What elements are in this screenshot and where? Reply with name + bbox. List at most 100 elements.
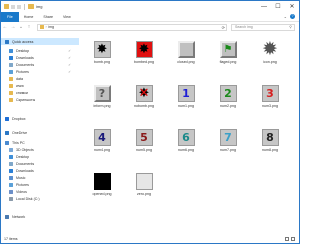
nav-item[interactable]: Documents [1, 160, 79, 167]
folder-icon [5, 116, 9, 121]
address-bar[interactable]: › img ⟳ [37, 23, 227, 31]
tab-share[interactable]: Share [38, 12, 58, 22]
nav-item[interactable]: Network [1, 213, 79, 220]
nav-item[interactable]: Music [1, 174, 79, 181]
maximize-button[interactable]: ☐ [271, 1, 285, 12]
file-item[interactable]: ✹ icon.png [251, 33, 289, 77]
folder-icon [9, 62, 13, 67]
folder-icon [9, 147, 13, 152]
file-thumbnail: ⚑ [219, 41, 237, 58]
mine-glyph: ✸ [96, 42, 108, 57]
file-thumbnail: 6 [177, 129, 195, 146]
nav-item[interactable]: Pictures [1, 181, 79, 188]
up-button[interactable]: ↑ [25, 24, 33, 30]
breadcrumb[interactable]: img [48, 25, 54, 29]
file-thumbnail [135, 173, 153, 190]
file-thumbnail: ✸ [93, 41, 111, 58]
ribbon-tabs: File Home Share View ⌄ ? [1, 11, 299, 22]
file-item[interactable]: ✸ ✕ nobomb.png [125, 77, 163, 121]
tab-view[interactable]: View [58, 12, 76, 22]
pin-icon: ✓ [68, 62, 71, 67]
help-icon[interactable]: ? [290, 14, 295, 19]
file-item[interactable]: ⚑ flaged.png [209, 33, 247, 77]
back-button[interactable]: ← [1, 24, 9, 30]
file-thumbnail: ✹ [262, 39, 279, 60]
file-item[interactable]: 2 num2.png [209, 77, 247, 121]
nav-item[interactable]: Downloads [1, 167, 79, 174]
nav-item[interactable]: 3D Objects [1, 146, 79, 153]
mine-glyph: ✸ [138, 42, 150, 57]
folder-icon [9, 175, 13, 180]
folder-icon [9, 48, 13, 53]
close-button[interactable]: ✕ [285, 1, 299, 12]
refresh-icon[interactable]: ⟳ [222, 25, 225, 30]
file-item[interactable]: 8 num8.png [251, 121, 289, 165]
file-name: icon.png [263, 60, 277, 64]
file-item[interactable]: 5 num5.png [125, 121, 163, 165]
nav-item-label: Documents [16, 62, 35, 67]
status-bar: 17 items [1, 235, 299, 243]
nav-item[interactable]: Videos [1, 188, 79, 195]
details-view-icon[interactable] [285, 237, 289, 241]
file-item[interactable]: 7 num7.png [209, 121, 247, 165]
file-item[interactable]: opened.png [83, 165, 121, 209]
nav-item[interactable]: Pictures ✓ [1, 68, 79, 75]
file-item[interactable]: 6 num6.png [167, 121, 205, 165]
tab-home[interactable]: Home [19, 12, 39, 22]
file-item[interactable]: 1 num1.png [167, 77, 205, 121]
nav-item[interactable]: www [1, 82, 79, 89]
flag-glyph: ⚑ [223, 44, 233, 55]
file-item[interactable]: ✸ bombed.png [125, 33, 163, 77]
address-row: ← → ⌄ ↑ › img ⟳ Search img ⚲ [1, 22, 299, 32]
app-icon: ✹ [262, 39, 279, 60]
search-input[interactable]: Search img ⚲ [231, 23, 295, 31]
mine-icon: ✸ [93, 41, 111, 58]
expand-ribbon-icon[interactable]: ⌄ [284, 14, 287, 19]
number-icon: 3 [261, 85, 279, 102]
properties-icon[interactable] [11, 4, 15, 9]
number-icon: 2 [219, 85, 237, 102]
nav-item[interactable]: Dropbox [1, 115, 79, 122]
file-name: nobomb.png [134, 104, 154, 108]
large-icons-view-icon[interactable] [291, 237, 295, 241]
file-name: flaged.png [219, 60, 237, 64]
file-item[interactable]: zero.png [125, 165, 163, 209]
nav-item[interactable]: This PC [1, 139, 79, 146]
file-item[interactable]: ✸ bomb.png [83, 33, 121, 77]
nav-item[interactable]: Quick access [1, 38, 79, 45]
forward-button[interactable]: → [9, 24, 17, 30]
nav-item-label: Documents [16, 161, 35, 166]
opened-cell-icon [93, 173, 111, 190]
new-folder-icon[interactable] [17, 4, 21, 9]
number-glyph: 8 [266, 131, 274, 144]
file-name: zero.png [137, 192, 151, 196]
question-icon: ? [93, 85, 111, 102]
nav-item[interactable]: Desktop [1, 153, 79, 160]
nav-item-label: Downloads [16, 55, 34, 60]
nav-item-label: data [16, 76, 23, 81]
recent-locations-button[interactable]: ⌄ [17, 24, 25, 30]
folder-icon [5, 140, 9, 145]
search-icon: ⚲ [289, 24, 292, 29]
nav-item-label: www [16, 83, 24, 88]
nav-item[interactable]: Downloads ✓ [1, 54, 79, 61]
nav-item-label: Downloads [16, 168, 34, 173]
nav-item[interactable]: снимки [1, 89, 79, 96]
file-item[interactable]: 4 num4.png [83, 121, 121, 165]
nav-item[interactable]: Local Disk (C:) [1, 195, 79, 202]
nav-item[interactable]: Documents ✓ [1, 61, 79, 68]
tab-file[interactable]: File [1, 11, 19, 22]
nav-item[interactable]: Скриншоты [1, 96, 79, 103]
file-name: num6.png [178, 148, 194, 152]
minimize-button[interactable]: — [257, 1, 271, 12]
window-title: img [36, 4, 43, 9]
file-item[interactable]: closed.png [167, 33, 205, 77]
nav-item[interactable]: OneDrive [1, 129, 79, 136]
nav-item[interactable]: Desktop ✓ [1, 47, 79, 54]
title-bar: img — ☐ ✕ [1, 1, 299, 12]
number-icon: 6 [177, 129, 195, 146]
number-glyph: 1 [182, 87, 190, 100]
nav-item[interactable]: data [1, 75, 79, 82]
file-item[interactable]: ? inform.png [83, 77, 121, 121]
file-item[interactable]: 3 num3.png [251, 77, 289, 121]
